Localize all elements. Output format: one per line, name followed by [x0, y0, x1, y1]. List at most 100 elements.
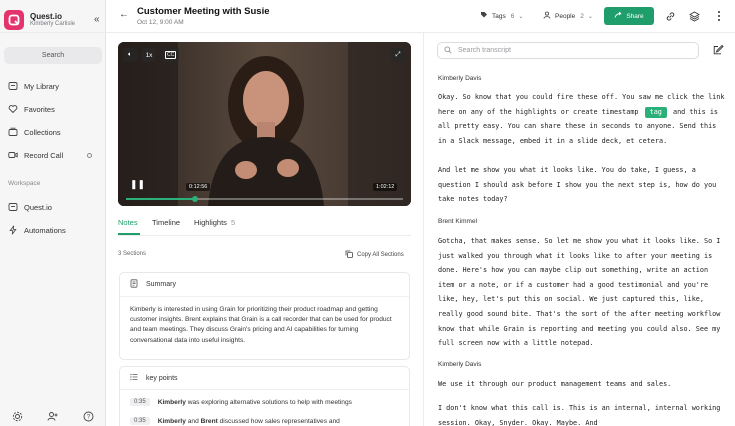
brand-logo	[4, 10, 24, 30]
more-options-icon[interactable]	[713, 10, 725, 22]
tab-label: Notes	[118, 218, 138, 227]
key-point-connector: and	[185, 417, 201, 425]
card-divider	[120, 389, 409, 390]
tab-label: Highlights	[194, 218, 227, 227]
sidebar-item-label: Quest.io	[24, 202, 52, 212]
brand-name: Quest.io	[30, 11, 63, 21]
key-point-timestamp[interactable]: 0:35	[130, 417, 150, 425]
tags-label: Tags	[492, 12, 506, 20]
share-label: Share	[626, 12, 644, 20]
tags-count: 6	[510, 12, 515, 20]
help-icon[interactable]: ?	[83, 411, 94, 424]
search-button[interactable]: Search	[4, 47, 102, 64]
transcript-paragraph[interactable]: Gotcha, that makes sense. So let me show…	[438, 234, 728, 351]
captions-icon: CC	[165, 51, 177, 59]
key-point-item[interactable]: 0:35 Kimberly was exploring alternative …	[130, 398, 352, 406]
back-arrow-icon[interactable]: ←	[119, 9, 129, 20]
person-icon	[543, 11, 551, 21]
key-points-header[interactable]: key points	[120, 367, 409, 389]
sidebar-item-automations[interactable]: Automations	[8, 225, 66, 235]
highlights-count: 5	[231, 218, 236, 227]
video-duration: 1:02:12	[373, 183, 398, 191]
layers-icon[interactable]	[688, 10, 700, 22]
video-player[interactable]: 🔈︎ 1x CC ⤢ ❚❚ 0:12:56 1:02:12	[118, 42, 411, 206]
sidebar-item-label: Automations	[24, 225, 66, 235]
search-button-label: Search	[41, 52, 65, 59]
mute-button[interactable]: 🔈︎	[123, 48, 137, 62]
key-point-speaker: Kimberly	[157, 417, 186, 425]
video-camera-icon	[8, 150, 18, 160]
svg-text:?: ?	[87, 414, 91, 420]
volume-icon: 🔈︎	[128, 51, 132, 58]
collapse-sidebar-icon[interactable]: «	[94, 14, 100, 25]
key-point-item[interactable]: 0:35 Kimberly and Brent discussed how sa…	[130, 417, 340, 425]
progress-fill	[126, 198, 196, 200]
collections-icon	[8, 127, 18, 137]
settings-icon[interactable]	[12, 411, 23, 424]
tag-icon	[480, 11, 488, 21]
transcript-paragraph[interactable]: Okay. So know that you could fire these …	[438, 90, 728, 148]
pause-button[interactable]: ❚❚	[130, 179, 145, 190]
summary-text: Kimberly is interested in using Grain fo…	[130, 306, 392, 344]
key-point-text: was exploring alternative solutions to h…	[185, 398, 352, 406]
tab-highlights[interactable]: Highlights 5	[194, 218, 235, 227]
sidebar-item-label: Favorites	[24, 104, 55, 114]
sidebar-item-quest-io[interactable]: Quest.io	[8, 202, 52, 212]
header-divider	[0, 32, 735, 33]
page-title: Customer Meeting with Susie	[137, 6, 270, 17]
workspace-heading: Workspace	[8, 180, 41, 187]
key-point-timestamp[interactable]: 0:35	[130, 398, 150, 406]
key-point-speaker: Kimberly	[157, 398, 186, 406]
key-points-title: key points	[146, 374, 178, 382]
fullscreen-button[interactable]: ⤢	[391, 48, 405, 62]
sidebar-item-my-library[interactable]: My Library	[8, 81, 59, 91]
playback-speed-button[interactable]: 1x	[142, 48, 156, 62]
sidebar: Quest.io Kimberly Carlisle « Search My L…	[0, 0, 106, 426]
chevron-down-icon: ⌄	[587, 13, 593, 20]
transcript-speaker: Kimberly Davis	[438, 361, 482, 368]
transcript-search-placeholder: Search transcript	[458, 47, 511, 54]
sidebar-item-favorites[interactable]: Favorites	[8, 104, 55, 114]
transcript-paragraph[interactable]: And let me show you what it looks like. …	[438, 163, 728, 207]
link-icon[interactable]	[664, 10, 676, 22]
copy-all-sections-button[interactable]: Copy All Sections	[345, 250, 404, 260]
tabs-divider	[118, 235, 411, 236]
workspace-switcher[interactable]: Quest.io Kimberly Carlisle	[4, 10, 75, 30]
library-icon	[8, 81, 18, 91]
transcript-speaker: Kimberly Davis	[438, 75, 482, 82]
tab-label: Timeline	[152, 218, 181, 227]
transcript-paragraph[interactable]: I don't know what this call is. This is …	[438, 401, 728, 426]
transcript-paragraph[interactable]: We use it through our product management…	[438, 377, 728, 392]
chevron-down-icon: ⌄	[518, 13, 524, 20]
sidebar-footer: ?	[0, 408, 106, 426]
expand-icon: ⤢	[395, 51, 401, 58]
captions-button[interactable]: CC	[162, 48, 180, 62]
add-user-icon[interactable]	[47, 411, 58, 424]
document-icon	[130, 279, 138, 290]
summary-header[interactable]: Summary	[120, 273, 409, 296]
workspace-icon	[8, 202, 18, 212]
progress-bar[interactable]	[126, 196, 403, 202]
record-status-icon	[87, 153, 92, 158]
sidebar-item-record-call[interactable]: Record Call	[8, 150, 63, 160]
playback-speed-value: 1x	[145, 51, 153, 59]
lightning-icon	[8, 225, 18, 235]
share-button[interactable]: Share	[604, 7, 654, 25]
user-name: Kimberly Carlisle	[30, 21, 76, 28]
tag-chip[interactable]: tag	[644, 106, 667, 118]
sections-count: 3 Sections	[118, 251, 147, 257]
people-dropdown[interactable]: People 2 ⌄	[543, 10, 593, 22]
tab-timeline[interactable]: Timeline	[152, 218, 180, 227]
video-frame-speaker	[118, 42, 411, 206]
tags-dropdown[interactable]: Tags 6 ⌄	[480, 10, 523, 22]
sidebar-item-label: Record Call	[24, 150, 64, 160]
transcript-speaker: Brent Kimmel	[438, 218, 478, 225]
edit-icon[interactable]	[713, 44, 724, 57]
tab-notes[interactable]: Notes	[118, 218, 138, 227]
sidebar-item-collections[interactable]: Collections	[8, 127, 61, 137]
key-points-card: key points 0:35 Kimberly was exploring a…	[119, 366, 410, 426]
key-point-speaker: Brent	[200, 417, 218, 425]
sidebar-item-label: Collections	[24, 127, 61, 137]
transcript-search-input[interactable]: Search transcript	[437, 42, 699, 59]
panel-divider	[423, 33, 424, 426]
